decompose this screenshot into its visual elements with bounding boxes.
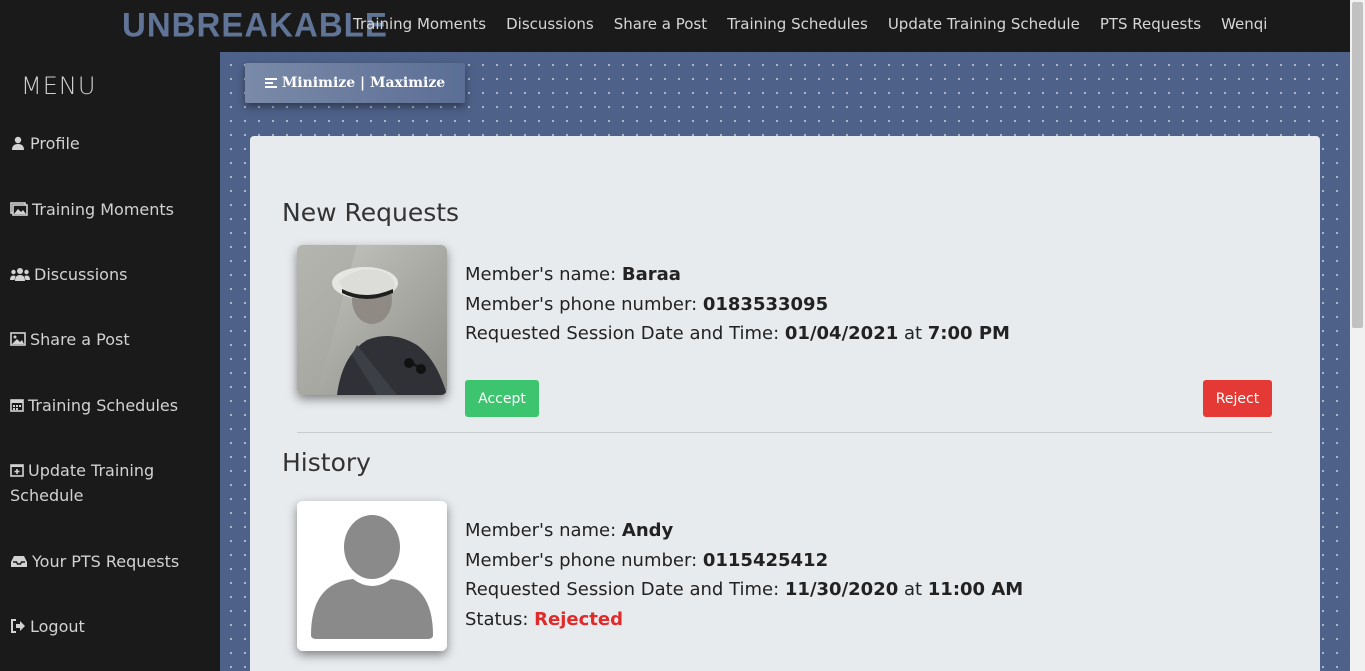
new-requests-title: New Requests [282,198,460,227]
default-avatar [297,501,447,651]
sidebar-item-profile[interactable]: Profile [10,131,210,156]
images-icon [10,202,28,216]
reject-button[interactable]: Reject [1203,380,1272,417]
sidebar-item-label: Share a Post [30,330,130,349]
session-date: 01/04/2021 [784,323,899,344]
history-name-line: Member's name: Andy [465,520,674,541]
inbox-icon [11,556,27,567]
sidebar-item-label: Your PTS Requests [32,552,180,571]
nav-discussions[interactable]: Discussions [496,15,604,33]
user-icon [12,136,24,150]
nav-training-schedules[interactable]: Training Schedules [717,15,878,33]
member-name: Baraa [621,264,681,285]
sidebar-item-pts-requests[interactable]: Your PTS Requests [10,549,210,574]
session-datetime-line: Requested Session Date and Time: 01/04/2… [465,323,1010,344]
top-navbar: UNBREAKABLE Training Moments Discussions… [0,0,1350,52]
status-badge: Rejected [534,609,623,630]
history-status-line: Status: Rejected [465,609,623,630]
logout-icon [11,619,25,633]
sidebar-item-label: Training Moments [32,200,174,219]
nav-share-post[interactable]: Share a Post [604,15,717,33]
minmax-label: Minimize | Maximize [281,75,446,91]
history-member-name: Andy [621,520,674,541]
nav-update-training-schedule[interactable]: Update Training Schedule [878,15,1090,33]
member-phone-line: Member's phone number: 0183533095 [465,294,829,315]
sidebar-item-label: Logout [30,617,85,636]
sidebar: MENU Profile Training Moments Discussion… [0,52,220,671]
history-member-phone: 0115425412 [702,550,829,571]
section-divider [297,432,1272,433]
history-title: History [282,448,371,477]
history-phone-line: Member's phone number: 0115425412 [465,550,829,571]
nav-pts-requests[interactable]: PTS Requests [1090,15,1211,33]
sidebar-item-discussions[interactable]: Discussions [10,262,210,287]
sidebar-item-logout[interactable]: Logout [10,614,210,639]
member-name-line: Member's name: Baraa [465,264,681,285]
sidebar-item-label: Profile [30,134,80,153]
nav-user-menu[interactable]: Wenqi [1211,15,1277,33]
scrollbar-thumb[interactable] [1352,2,1363,328]
nav-training-moments[interactable]: Training Moments [343,15,496,33]
history-session-time: 11:00 AM [927,579,1024,600]
users-icon [10,268,30,281]
sidebar-item-share-post[interactable]: Share a Post [10,327,210,352]
history-session-date: 11/30/2020 [784,579,899,600]
calendar-plus-icon [10,464,24,477]
member-phone: 0183533095 [702,294,829,315]
minimize-maximize-button[interactable]: Minimize | Maximize [245,63,465,103]
sidebar-item-label: Discussions [34,265,128,284]
member-avatar-photo [297,245,447,395]
sidebar-item-training-moments[interactable]: Training Moments [10,197,210,222]
sidebar-item-label: Training Schedules [28,396,179,415]
sidebar-item-training-schedules[interactable]: Training Schedules [10,393,210,418]
history-datetime-line: Requested Session Date and Time: 11/30/2… [465,579,1024,600]
sidebar-item-label: Update Training Schedule [10,461,155,505]
person-placeholder-icon [297,501,447,651]
sidebar-item-update-training-schedule[interactable]: Update Training Schedule [10,458,210,508]
sidebar-title: MENU [21,72,97,100]
session-time: 7:00 PM [927,323,1010,344]
top-nav-links: Training Moments Discussions Share a Pos… [343,15,1277,33]
main-content: Minimize | Maximize New Requests Member'… [220,52,1350,671]
requests-card: New Requests Member's name: Baraa Member… [250,136,1320,671]
page-scrollbar[interactable] [1350,0,1365,671]
image-icon [10,332,26,346]
calendar-icon [10,399,24,412]
bars-icon [264,76,277,90]
accept-button[interactable]: Accept [465,380,539,417]
